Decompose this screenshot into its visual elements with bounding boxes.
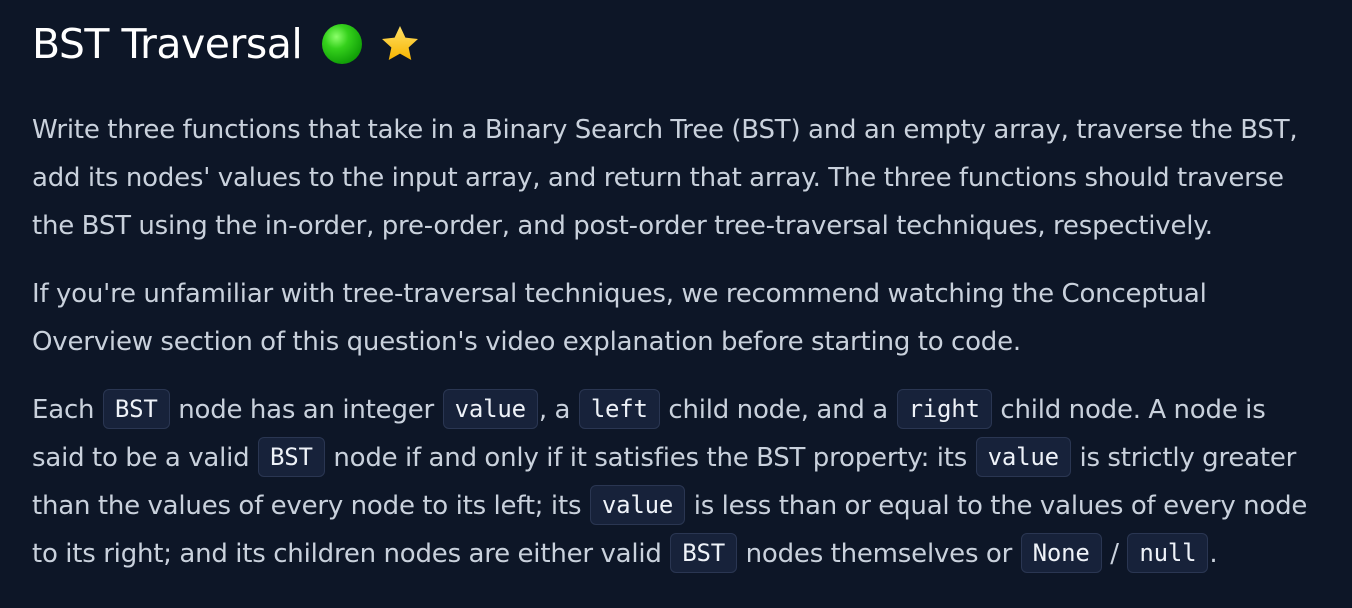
- description-paragraph-1: Write three functions that take in a Bin…: [32, 115, 1298, 241]
- code-token-bst: BST: [258, 436, 325, 477]
- paragraph-text: .: [1209, 539, 1218, 569]
- code-token-left: left: [578, 388, 660, 429]
- code-token-value: value: [975, 436, 1071, 477]
- code-token-bst: BST: [102, 388, 170, 429]
- page-title: BST Traversal: [32, 20, 303, 68]
- paragraph-text: node if and only if it satisfies the BST…: [325, 443, 975, 473]
- paragraph-text: , a: [538, 395, 578, 425]
- code-token-right: right: [896, 388, 992, 429]
- title-row: BST Traversal: [32, 14, 1320, 74]
- description-paragraph-3: Each BST node has an integer value, a le…: [32, 386, 1320, 578]
- paragraph-text: nodes themselves or: [738, 539, 1020, 569]
- paragraph-text: child node, and a: [660, 395, 896, 425]
- paragraph-text: /: [1102, 539, 1127, 569]
- code-token-bst: BST: [670, 532, 738, 573]
- code-token-null: null: [1127, 532, 1209, 573]
- question-panel: BST Traversal Write three functions that…: [0, 0, 1352, 608]
- difficulty-indicator-icon: [322, 24, 363, 64]
- paragraph-text: node has an integer: [170, 395, 442, 425]
- code-token-value: value: [589, 484, 686, 525]
- code-token-none: None: [1020, 532, 1102, 573]
- star-icon[interactable]: [378, 22, 422, 66]
- description-paragraph-2: If you're unfamiliar with tree-traversal…: [32, 279, 1207, 357]
- code-token-value: value: [442, 388, 538, 429]
- paragraph-text: Each: [32, 395, 102, 425]
